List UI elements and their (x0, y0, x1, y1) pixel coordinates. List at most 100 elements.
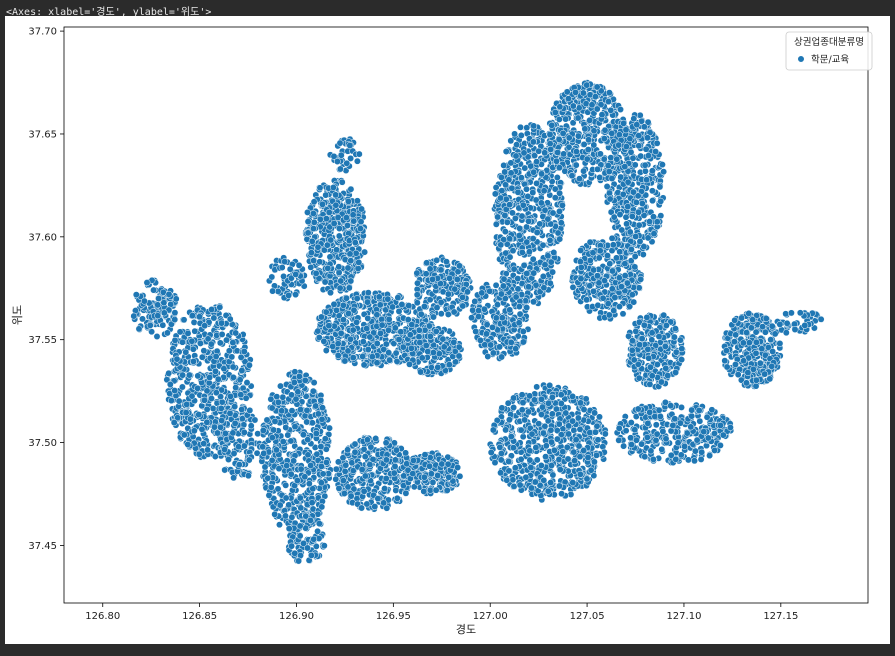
scatter-point (410, 457, 417, 464)
scatter-point (221, 466, 229, 474)
scatter-point (569, 479, 577, 487)
scatter-point (783, 319, 791, 327)
scatter-point (620, 442, 628, 450)
scatter-point (507, 433, 515, 441)
scatter-point (711, 430, 718, 437)
scatter-point (528, 484, 535, 492)
scatter-point (368, 353, 376, 361)
scatter-point (656, 412, 664, 420)
scatter-point (719, 431, 727, 439)
scatter-point (301, 473, 309, 481)
scatter-point (510, 394, 518, 402)
scatter-point (541, 206, 549, 214)
scatter-point (212, 367, 219, 375)
scatter-point (349, 354, 357, 362)
scatter-point (691, 447, 699, 455)
scatter-point (384, 295, 392, 303)
scatter-point (179, 371, 187, 379)
scatter-point (238, 406, 246, 413)
scatter-point (330, 220, 338, 227)
scatter-point (217, 423, 224, 431)
scatter-point (346, 142, 354, 149)
scatter-point (732, 361, 739, 368)
scatter-point (504, 399, 512, 407)
scatter-point (274, 485, 282, 493)
scatter-point (296, 494, 304, 502)
scatter-point (671, 415, 679, 423)
scatter-point (382, 456, 390, 464)
scatter-point (429, 349, 437, 357)
scatter-point (160, 309, 168, 317)
scatter-point (569, 417, 577, 425)
scatter-point (747, 324, 755, 332)
scatter-point (184, 329, 192, 337)
scatter-point (398, 301, 406, 308)
scatter-point (312, 269, 320, 277)
scatter-point (175, 397, 183, 405)
scatter-point (376, 301, 384, 309)
scatter-point (327, 289, 334, 297)
scatter-point (285, 525, 293, 533)
scatter-point (667, 402, 675, 410)
scatter-point (506, 253, 514, 261)
scatter-point (317, 443, 325, 451)
scatter-point (697, 455, 705, 463)
scatter-point (745, 339, 753, 347)
scatter-point (752, 349, 760, 357)
scatter-point (291, 423, 299, 431)
scatter-point (196, 313, 203, 321)
scatter-point (515, 232, 523, 240)
scatter-point (771, 330, 779, 338)
scatter-point (545, 399, 552, 407)
scatter-point (382, 439, 390, 447)
scatter-point (314, 243, 322, 251)
scatter-point (392, 486, 400, 494)
scatter-point (293, 477, 301, 484)
scatter-point (246, 406, 254, 414)
scatter-point (294, 388, 302, 396)
scatter-point (382, 475, 390, 482)
scatter-point (408, 321, 416, 329)
scatter-point (703, 413, 711, 421)
scatter-point (385, 315, 393, 323)
scatter-point (496, 443, 504, 451)
scatter-point (366, 333, 374, 341)
scatter-point (528, 430, 536, 438)
scatter-point (693, 436, 701, 444)
scatter-point (553, 435, 561, 443)
scatter-point (254, 430, 262, 438)
scatter-point (403, 460, 411, 468)
scatter-point (195, 411, 203, 419)
scatter-point (491, 459, 499, 467)
scatter-point (235, 443, 243, 451)
scatter-point (509, 444, 517, 452)
scatter-point (674, 439, 682, 447)
scatter-chart: 126.80 126.85 126.90 126.95 127.00 127.05 127.… (11, 26, 873, 636)
scatter-point (188, 312, 196, 320)
scatter-point (341, 357, 349, 365)
scatter-point (265, 491, 273, 499)
scatter-point (531, 478, 539, 486)
scatter-point (268, 404, 276, 412)
scatter-point (194, 372, 202, 380)
scatter-point (218, 330, 226, 338)
scatter-point (267, 483, 275, 491)
scatter-point (334, 352, 342, 359)
scatter-point (427, 470, 435, 478)
scatter-point (698, 448, 706, 456)
scatter-point (225, 347, 233, 355)
scatter-point (309, 387, 317, 395)
scatter-point (320, 542, 328, 550)
scatter-point (749, 316, 757, 324)
scatter-point (351, 440, 359, 448)
scatter-point (453, 275, 461, 283)
scatter-point (203, 418, 211, 426)
scatter-point (445, 361, 453, 369)
scatter-point (426, 265, 434, 273)
scatter-point (511, 464, 519, 472)
scatter-point (548, 393, 556, 401)
scatter-point (550, 249, 558, 256)
scatter-point (402, 449, 410, 457)
scatter-point (335, 484, 343, 492)
scatter-point (263, 416, 271, 424)
